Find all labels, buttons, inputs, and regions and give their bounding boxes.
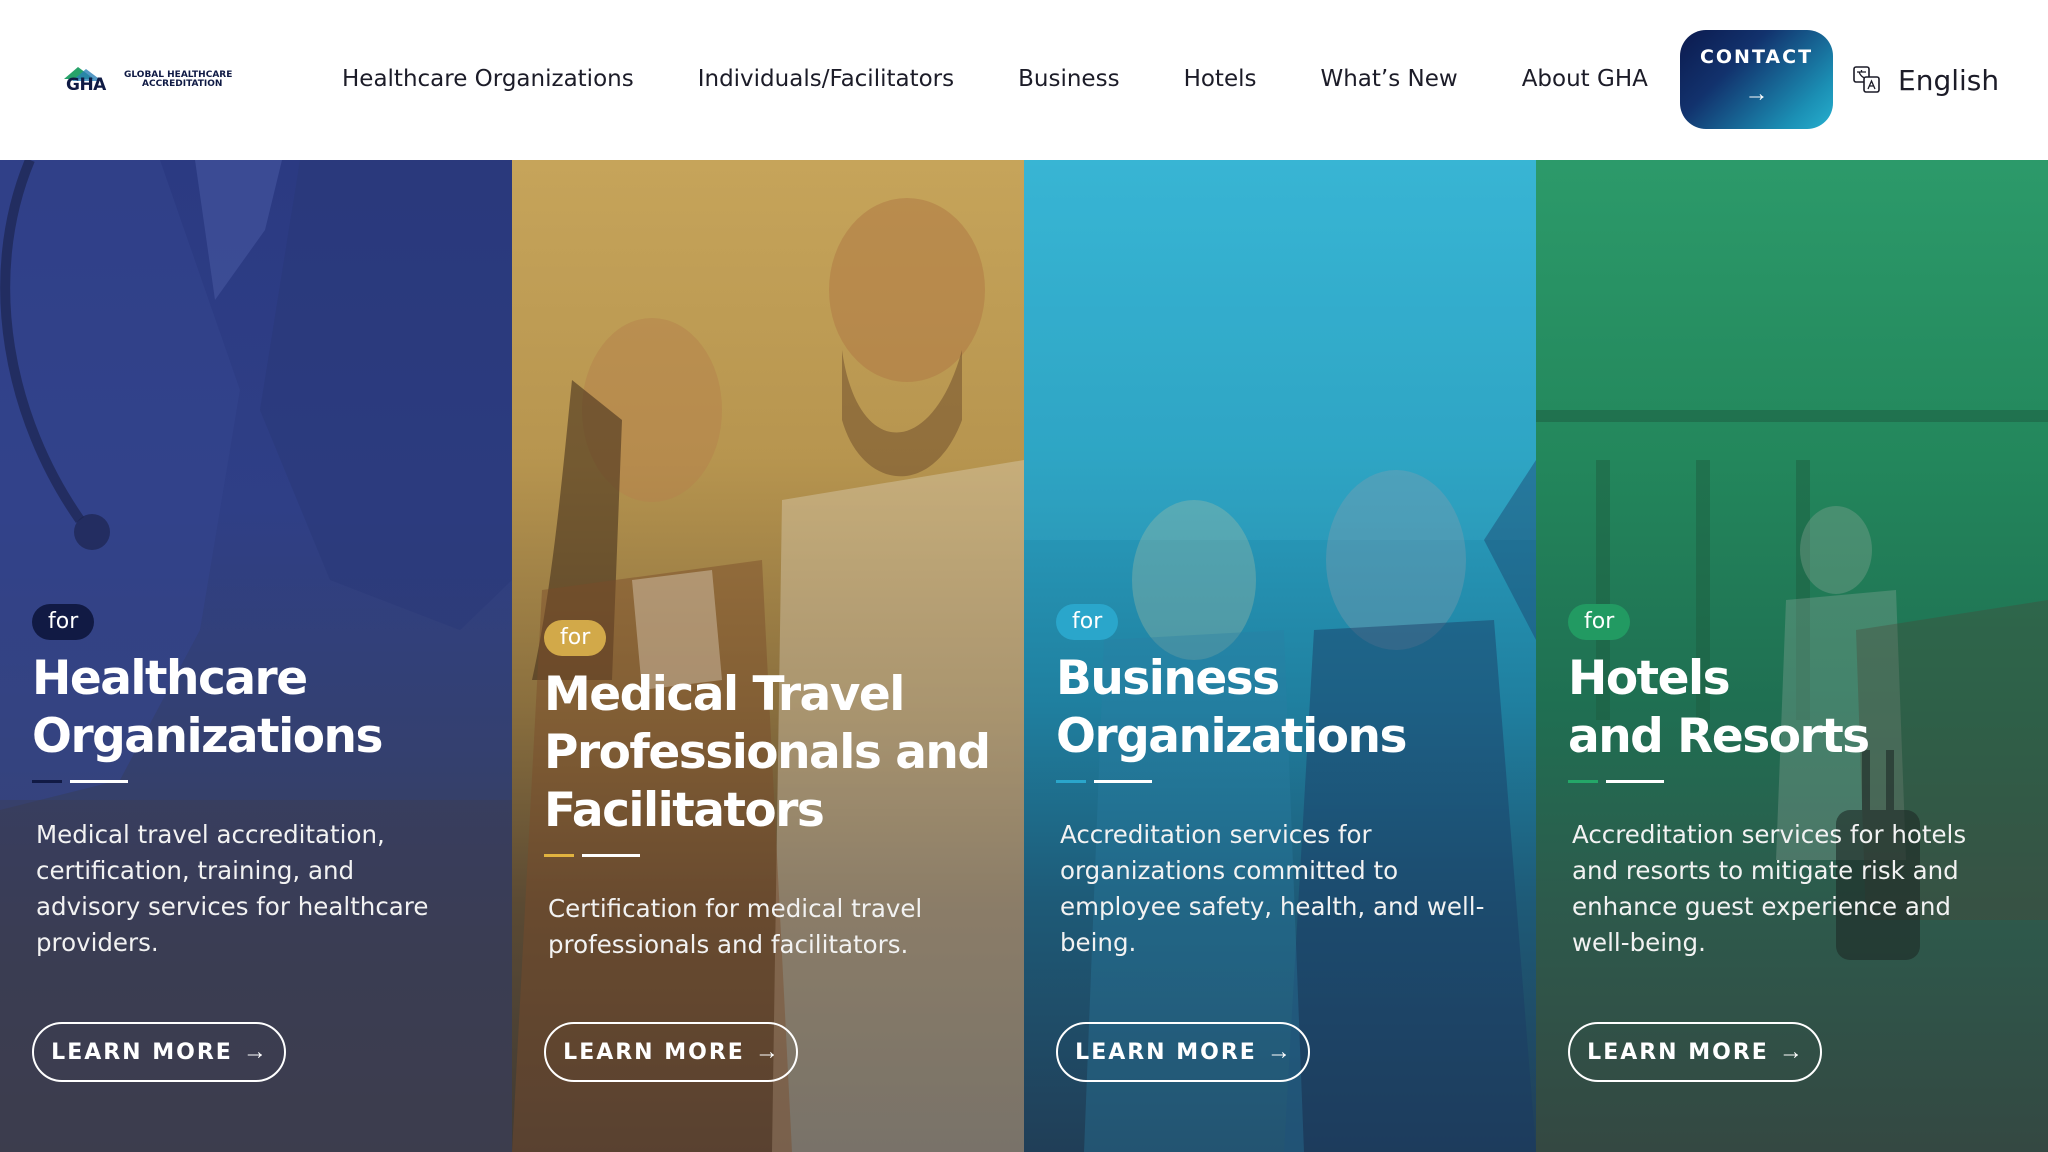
panel-content: for Healthcare Organizations Medical tra… <box>32 604 502 961</box>
audience-panels: for Healthcare Organizations Medical tra… <box>0 160 2048 1152</box>
nav-individuals-facilitators[interactable]: Individuals/Facilitators <box>698 66 954 92</box>
logo-mark: GHA <box>64 65 118 95</box>
panel-title-line: Hotels <box>1568 651 1731 706</box>
panel-title-line: Organizations <box>1056 709 1407 764</box>
description-line: enhance guest experience and <box>1572 892 1951 921</box>
description-line: Accreditation services for hotels <box>1572 820 1967 849</box>
for-badge: for <box>1056 604 1119 640</box>
description-line: and resorts to mitigate risk and <box>1572 856 1959 885</box>
logo-text: GLOBAL HEALTHCARE ACCREDITATION <box>124 71 232 89</box>
description-line: Accreditation services for <box>1060 820 1372 849</box>
title-underline <box>32 780 128 783</box>
title-underline <box>1056 780 1152 783</box>
panel-healthcare-organizations: for Healthcare Organizations Medical tra… <box>0 160 512 1152</box>
underline-white <box>70 780 128 783</box>
panel-title: Healthcare Organizations <box>32 650 502 766</box>
for-badge: for <box>32 604 95 640</box>
panel-description: Accreditation services for hotels and re… <box>1568 817 2028 961</box>
panel-title-line: Medical Travel <box>544 667 905 722</box>
nav-about-gha[interactable]: About GHA <box>1522 66 1648 92</box>
logo-mark-text: GHA <box>66 75 106 95</box>
panel-title: Business Organizations <box>1056 650 1526 766</box>
for-badge: for <box>1568 604 1631 640</box>
arrow-right-icon: → <box>1778 1038 1803 1065</box>
panel-title: Medical Travel Professionals and Facilit… <box>544 666 1014 840</box>
underline-accent <box>1568 780 1598 783</box>
description-line: employee safety, health, and well- <box>1060 892 1485 921</box>
gha-logo[interactable]: GHA GLOBAL HEALTHCARE ACCREDITATION <box>64 62 248 98</box>
panel-description: Accreditation services for organizations… <box>1056 817 1516 961</box>
panel-description: Certification for medical travel profess… <box>544 891 1004 963</box>
panel-medical-travel-professionals: for Medical Travel Professionals and Fac… <box>512 160 1024 1152</box>
site-header: GHA GLOBAL HEALTHCARE ACCREDITATION Heal… <box>0 0 2048 160</box>
panel-title-line: Healthcare <box>32 651 308 706</box>
description-line: professionals and facilitators. <box>548 930 909 959</box>
logo-line-2: ACCREDITATION <box>142 79 223 89</box>
nav-whats-new[interactable]: What’s New <box>1320 66 1457 92</box>
underline-accent <box>544 854 574 857</box>
panel-description: Medical travel accreditation, certificat… <box>32 817 492 961</box>
arrow-right-icon: → <box>1266 1038 1291 1065</box>
translate-icon <box>1853 66 1880 93</box>
learn-more-button[interactable]: LEARN MORE → <box>1056 1022 1310 1082</box>
nav-healthcare-organizations[interactable]: Healthcare Organizations <box>342 66 634 92</box>
description-line: Certification for medical travel <box>548 894 923 923</box>
panel-title-line: Organizations <box>32 709 383 764</box>
underline-white <box>1606 780 1664 783</box>
panel-content: for Business Organizations Accreditation… <box>1056 604 1526 961</box>
panel-title-line: Business <box>1056 651 1280 706</box>
contact-button[interactable]: CONTACT → <box>1680 30 1833 129</box>
learn-more-button[interactable]: LEARN MORE → <box>1568 1022 1822 1082</box>
underline-white <box>582 854 640 857</box>
title-underline <box>1568 780 1664 783</box>
description-line: certification, training, and <box>36 856 355 885</box>
learn-more-label: LEARN MORE <box>1587 1039 1769 1065</box>
learn-more-button[interactable]: LEARN MORE → <box>544 1022 798 1082</box>
nav-hotels[interactable]: Hotels <box>1184 66 1257 92</box>
panel-content: for Hotels and Resorts Accreditation ser… <box>1568 604 2038 961</box>
learn-more-label: LEARN MORE <box>1075 1039 1257 1065</box>
learn-more-label: LEARN MORE <box>563 1039 745 1065</box>
description-line: Medical travel accreditation, <box>36 820 385 849</box>
underline-accent <box>1056 780 1086 783</box>
panel-title-line: Facilitators <box>544 783 825 838</box>
main-nav: Healthcare Organizations Individuals/Fac… <box>342 62 1648 96</box>
panel-title-line: Professionals and <box>544 725 991 780</box>
description-line: being. <box>1060 928 1137 957</box>
panel-title-line: and Resorts <box>1568 709 1870 764</box>
description-line: advisory services for healthcare <box>36 892 429 921</box>
underline-accent <box>32 780 62 783</box>
panel-business-organizations: for Business Organizations Accreditation… <box>1024 160 1536 1152</box>
description-line: well-being. <box>1572 928 1706 957</box>
arrow-right-icon: → <box>1744 79 1769 107</box>
arrow-right-icon: → <box>754 1038 779 1065</box>
arrow-right-icon: → <box>242 1038 267 1065</box>
language-selector[interactable]: English <box>1852 60 1999 100</box>
learn-more-label: LEARN MORE <box>51 1039 233 1065</box>
title-underline <box>544 854 640 857</box>
language-label: English <box>1898 63 2000 97</box>
learn-more-button[interactable]: LEARN MORE → <box>32 1022 286 1082</box>
panel-hotels-resorts: for Hotels and Resorts Accreditation ser… <box>1536 160 2048 1152</box>
for-badge: for <box>544 620 607 656</box>
description-line: providers. <box>36 928 159 957</box>
contact-label: CONTACT <box>1699 45 1814 68</box>
underline-white <box>1094 780 1152 783</box>
nav-business[interactable]: Business <box>1018 66 1119 92</box>
panel-title: Hotels and Resorts <box>1568 650 2038 766</box>
panel-content: for Medical Travel Professionals and Fac… <box>544 620 1014 963</box>
description-line: organizations committed to <box>1060 856 1399 885</box>
